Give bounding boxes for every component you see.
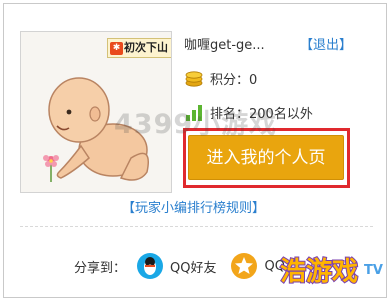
- avatar[interactable]: ✱ 初次下山: [20, 31, 172, 193]
- rank-row: 排名：200名以外: [184, 103, 313, 122]
- coin-stack-icon: [185, 71, 203, 87]
- logo-text: 浩游戏: [280, 257, 358, 287]
- logout-link[interactable]: 【退出】: [300, 34, 352, 53]
- divider: [20, 226, 373, 227]
- share-qq-friends-button[interactable]: QQ好友: [136, 252, 216, 280]
- points-text: 积分：0: [210, 72, 258, 88]
- points-row: 积分：0: [184, 68, 257, 88]
- level-badge: ✱ 初次下山: [107, 38, 171, 58]
- leaderboard-rules-link[interactable]: 【玩家小编排行榜规则】: [122, 197, 265, 216]
- qzone-star-icon: [231, 253, 258, 279]
- username: 咖喱get-ge...: [184, 38, 265, 53]
- level-star-icon: ✱: [110, 41, 123, 55]
- site-logo: 浩游戏 TV: [279, 256, 383, 288]
- share-bar: 分享到： QQ好友 QQ: [74, 252, 285, 280]
- enter-personal-page-button[interactable]: 进入我的个人页: [188, 135, 344, 180]
- rank-text: 排名：200名以外: [210, 107, 313, 122]
- qq-penguin-icon: [137, 253, 164, 279]
- share-label: 分享到：: [74, 260, 127, 276]
- level-badge-text: 初次下山: [124, 41, 168, 54]
- rank-bars-icon: [186, 104, 202, 121]
- logo-sub-text: TV: [364, 263, 383, 278]
- share-qq-friends-label: QQ好友: [170, 260, 217, 276]
